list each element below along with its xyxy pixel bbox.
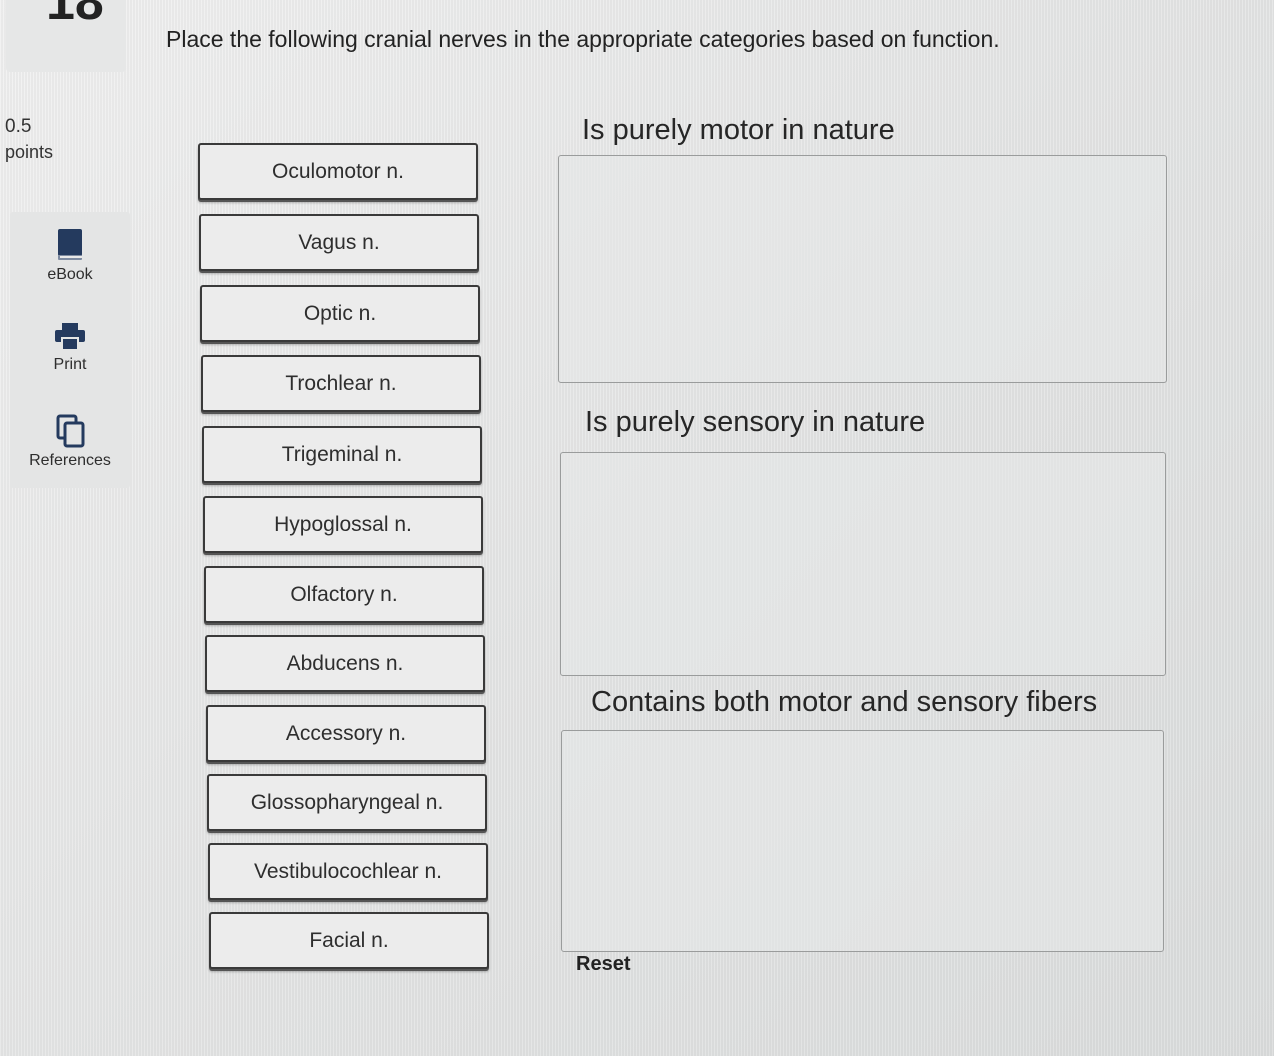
- question-prompt: Place the following cranial nerves in th…: [166, 26, 1000, 52]
- print-label: Print: [53, 356, 87, 373]
- nerve-chip-hypoglossal[interactable]: Hypoglossal n.: [203, 496, 483, 553]
- references-label: References: [29, 452, 111, 469]
- question-number-box: 18: [6, 0, 126, 72]
- nerve-chip-abducens[interactable]: Abducens n.: [205, 635, 485, 692]
- category-title-motor: Is purely motor in nature: [582, 114, 895, 146]
- drop-zone-mixed[interactable]: [561, 730, 1164, 952]
- drop-zone-sensory[interactable]: [560, 452, 1166, 676]
- drop-zone-motor[interactable]: [558, 155, 1167, 383]
- nerve-chip-vestibulocochlear[interactable]: Vestibulocochlear n.: [208, 843, 488, 900]
- nerve-chip-vagus[interactable]: Vagus n.: [199, 214, 479, 271]
- print-button[interactable]: Print: [10, 322, 130, 374]
- reset-button[interactable]: Reset: [576, 953, 630, 976]
- category-title-sensory: Is purely sensory in nature: [585, 406, 926, 438]
- references-button[interactable]: References: [10, 414, 130, 470]
- points-label: points: [5, 142, 54, 162]
- printer-icon: [55, 323, 85, 351]
- ebook-button[interactable]: eBook: [10, 228, 130, 284]
- nerve-chip-optic[interactable]: Optic n.: [200, 285, 480, 342]
- category-title-mixed: Contains both motor and sensory fibers: [591, 686, 1098, 718]
- copy-icon: [56, 414, 85, 448]
- points-value: 0.5: [5, 116, 32, 137]
- book-icon: [58, 229, 82, 260]
- tools-panel: eBook Print References: [10, 212, 130, 488]
- nerve-chip-trochlear[interactable]: Trochlear n.: [201, 355, 481, 412]
- question-number: 18: [46, 0, 104, 31]
- ebook-label: eBook: [47, 266, 93, 283]
- nerve-chip-accessory[interactable]: Accessory n.: [206, 705, 486, 762]
- nerve-chip-oculomotor[interactable]: Oculomotor n.: [198, 143, 478, 200]
- nerve-chip-facial[interactable]: Facial n.: [209, 912, 489, 969]
- nerve-chip-olfactory[interactable]: Olfactory n.: [204, 566, 484, 623]
- nerve-chip-glossopharyngeal[interactable]: Glossopharyngeal n.: [207, 774, 487, 831]
- nerve-chip-trigeminal[interactable]: Trigeminal n.: [202, 426, 482, 483]
